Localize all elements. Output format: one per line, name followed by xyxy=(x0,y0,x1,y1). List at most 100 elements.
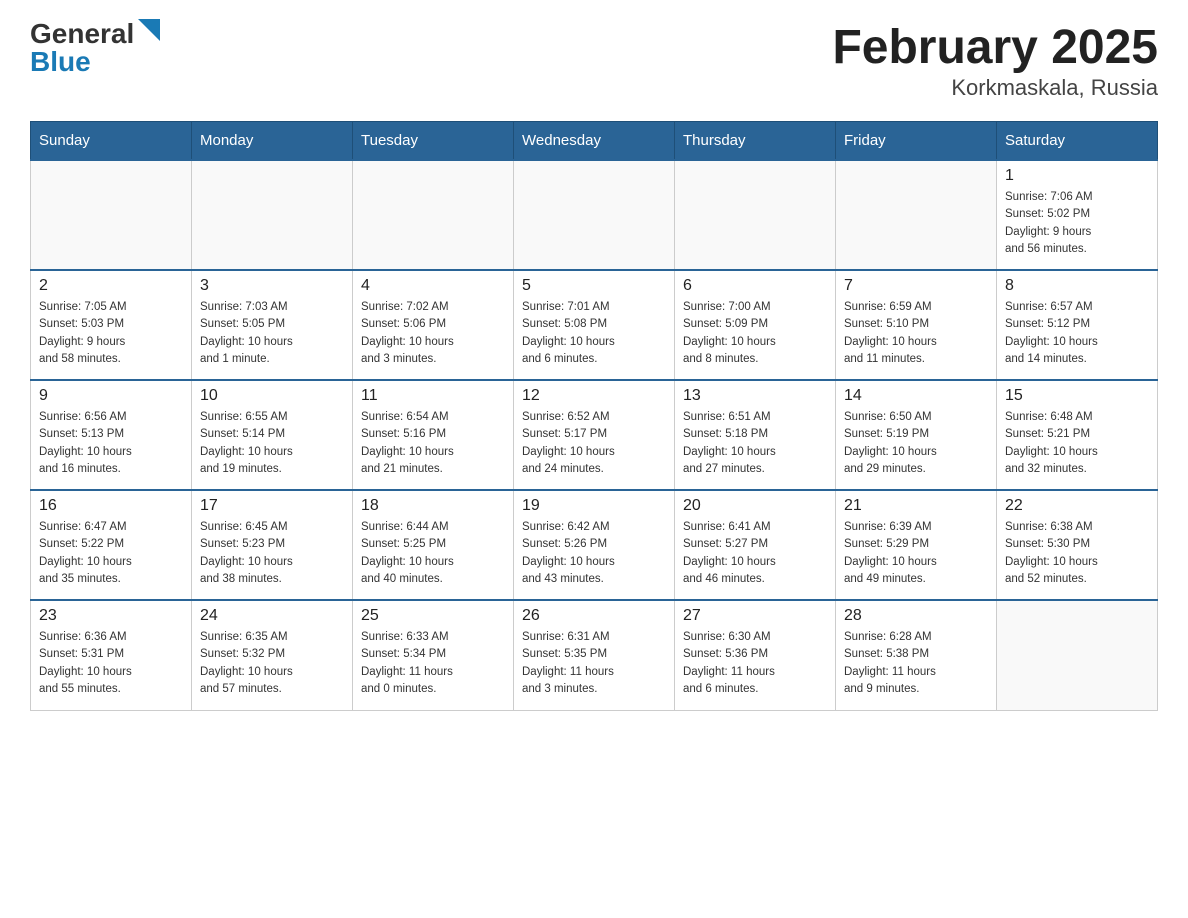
day-info: Sunrise: 6:45 AMSunset: 5:23 PMDaylight:… xyxy=(200,519,344,588)
day-number: 24 xyxy=(200,607,344,625)
calendar-day-cell: 3 Sunrise: 7:03 AMSunset: 5:05 PMDaylight… xyxy=(192,270,353,380)
calendar-day-cell: 20Sunrise: 6:41 AMSunset: 5:27 PMDayligh… xyxy=(675,490,836,600)
day-number: 6 xyxy=(683,277,827,295)
day-number: 15 xyxy=(1005,387,1149,405)
day-info: Sunrise: 6:35 AMSunset: 5:32 PMDaylight:… xyxy=(200,629,344,698)
day-info: Sunrise: 6:48 AMSunset: 5:21 PMDaylight:… xyxy=(1005,409,1149,478)
day-number: 25 xyxy=(361,607,505,625)
calendar-week-row: 1 Sunrise: 7:06 AMSunset: 5:02 PMDaylight… xyxy=(31,160,1158,270)
calendar-week-row: 16 Sunrise: 6:47 AMSunset: 5:22 PMDayligh… xyxy=(31,490,1158,600)
calendar-day-cell: 15 Sunrise: 6:48 AMSunset: 5:21 PMDayligh… xyxy=(997,380,1158,490)
calendar-week-row: 23Sunrise: 6:36 AMSunset: 5:31 PMDayligh… xyxy=(31,600,1158,710)
calendar-day-cell: 28Sunrise: 6:28 AMSunset: 5:38 PMDayligh… xyxy=(836,600,997,710)
day-number: 26 xyxy=(522,607,666,625)
calendar-day-cell: 1 Sunrise: 7:06 AMSunset: 5:02 PMDaylight… xyxy=(997,160,1158,270)
calendar-day-cell: 16 Sunrise: 6:47 AMSunset: 5:22 PMDayligh… xyxy=(31,490,192,600)
day-number: 18 xyxy=(361,497,505,515)
day-of-week-header: Monday xyxy=(192,122,353,161)
day-info: Sunrise: 7:05 AMSunset: 5:03 PMDaylight:… xyxy=(39,299,183,368)
day-info: Sunrise: 6:42 AMSunset: 5:26 PMDaylight:… xyxy=(522,519,666,588)
day-number: 1 xyxy=(1005,167,1149,185)
page-header: General Blue February 2025 Korkmaskala, … xyxy=(30,20,1158,101)
calendar-day-cell: 12 Sunrise: 6:52 AMSunset: 5:17 PMDayligh… xyxy=(514,380,675,490)
calendar-day-cell: 18 Sunrise: 6:44 AMSunset: 5:25 PMDayligh… xyxy=(353,490,514,600)
day-of-week-header: Wednesday xyxy=(514,122,675,161)
day-number: 22 xyxy=(1005,497,1149,515)
calendar-week-row: 2 Sunrise: 7:05 AMSunset: 5:03 PMDaylight… xyxy=(31,270,1158,380)
calendar-day-cell: 5 Sunrise: 7:01 AMSunset: 5:08 PMDaylight… xyxy=(514,270,675,380)
day-info: Sunrise: 6:39 AMSunset: 5:29 PMDaylight:… xyxy=(844,519,988,588)
calendar-day-cell: 8 Sunrise: 6:57 AMSunset: 5:12 PMDaylight… xyxy=(997,270,1158,380)
calendar-day-cell xyxy=(675,160,836,270)
calendar-day-cell: 13Sunrise: 6:51 AMSunset: 5:18 PMDayligh… xyxy=(675,380,836,490)
calendar-day-cell: 19 Sunrise: 6:42 AMSunset: 5:26 PMDayligh… xyxy=(514,490,675,600)
day-info: Sunrise: 6:31 AMSunset: 5:35 PMDaylight:… xyxy=(522,629,666,698)
calendar-day-cell: 23Sunrise: 6:36 AMSunset: 5:31 PMDayligh… xyxy=(31,600,192,710)
calendar-day-cell: 22 Sunrise: 6:38 AMSunset: 5:30 PMDayligh… xyxy=(997,490,1158,600)
calendar-day-cell: 21 Sunrise: 6:39 AMSunset: 5:29 PMDayligh… xyxy=(836,490,997,600)
calendar-day-cell xyxy=(192,160,353,270)
day-number: 27 xyxy=(683,607,827,625)
calendar-day-cell xyxy=(353,160,514,270)
day-number: 17 xyxy=(200,497,344,515)
calendar-table: SundayMondayTuesdayWednesdayThursdayFrid… xyxy=(30,121,1158,711)
day-info: Sunrise: 6:55 AMSunset: 5:14 PMDaylight:… xyxy=(200,409,344,478)
calendar-day-cell: 26 Sunrise: 6:31 AMSunset: 5:35 PMDayligh… xyxy=(514,600,675,710)
calendar-day-cell: 7Sunrise: 6:59 AMSunset: 5:10 PMDaylight… xyxy=(836,270,997,380)
day-info: Sunrise: 6:47 AMSunset: 5:22 PMDaylight:… xyxy=(39,519,183,588)
page-title: February 2025 xyxy=(832,20,1158,75)
day-info: Sunrise: 7:01 AMSunset: 5:08 PMDaylight:… xyxy=(522,299,666,368)
logo-general-text: General xyxy=(30,20,134,48)
day-number: 21 xyxy=(844,497,988,515)
day-info: Sunrise: 7:03 AMSunset: 5:05 PMDaylight:… xyxy=(200,299,344,368)
day-info: Sunrise: 6:41 AMSunset: 5:27 PMDaylight:… xyxy=(683,519,827,588)
day-number: 4 xyxy=(361,277,505,295)
day-number: 8 xyxy=(1005,277,1149,295)
logo-blue-text: Blue xyxy=(30,48,91,76)
day-number: 14 xyxy=(844,387,988,405)
day-info: Sunrise: 6:28 AMSunset: 5:38 PMDaylight:… xyxy=(844,629,988,698)
calendar-day-cell: 4 Sunrise: 7:02 AMSunset: 5:06 PMDaylight… xyxy=(353,270,514,380)
day-number: 7 xyxy=(844,277,988,295)
day-info: Sunrise: 6:57 AMSunset: 5:12 PMDaylight:… xyxy=(1005,299,1149,368)
day-number: 16 xyxy=(39,497,183,515)
calendar-day-cell: 17 Sunrise: 6:45 AMSunset: 5:23 PMDayligh… xyxy=(192,490,353,600)
day-number: 10 xyxy=(200,387,344,405)
calendar-day-cell: 11Sunrise: 6:54 AMSunset: 5:16 PMDayligh… xyxy=(353,380,514,490)
title-section: February 2025 Korkmaskala, Russia xyxy=(832,20,1158,101)
calendar-day-cell xyxy=(514,160,675,270)
day-info: Sunrise: 7:06 AMSunset: 5:02 PMDaylight:… xyxy=(1005,189,1149,258)
day-number: 12 xyxy=(522,387,666,405)
day-info: Sunrise: 6:52 AMSunset: 5:17 PMDaylight:… xyxy=(522,409,666,478)
day-info: Sunrise: 6:38 AMSunset: 5:30 PMDaylight:… xyxy=(1005,519,1149,588)
calendar-day-cell: 9Sunrise: 6:56 AMSunset: 5:13 PMDaylight… xyxy=(31,380,192,490)
calendar-day-cell: 25 Sunrise: 6:33 AMSunset: 5:34 PMDayligh… xyxy=(353,600,514,710)
day-info: Sunrise: 6:30 AMSunset: 5:36 PMDaylight:… xyxy=(683,629,827,698)
calendar-week-row: 9Sunrise: 6:56 AMSunset: 5:13 PMDaylight… xyxy=(31,380,1158,490)
day-of-week-header: Saturday xyxy=(997,122,1158,161)
calendar-day-cell: 24 Sunrise: 6:35 AMSunset: 5:32 PMDayligh… xyxy=(192,600,353,710)
day-info: Sunrise: 7:00 AMSunset: 5:09 PMDaylight:… xyxy=(683,299,827,368)
calendar-day-cell: 2 Sunrise: 7:05 AMSunset: 5:03 PMDaylight… xyxy=(31,270,192,380)
calendar-day-cell: 10 Sunrise: 6:55 AMSunset: 5:14 PMDayligh… xyxy=(192,380,353,490)
day-of-week-header: Sunday xyxy=(31,122,192,161)
day-info: Sunrise: 6:51 AMSunset: 5:18 PMDaylight:… xyxy=(683,409,827,478)
day-of-week-header: Tuesday xyxy=(353,122,514,161)
logo: General Blue xyxy=(30,20,160,76)
day-info: Sunrise: 6:33 AMSunset: 5:34 PMDaylight:… xyxy=(361,629,505,698)
day-info: Sunrise: 6:44 AMSunset: 5:25 PMDaylight:… xyxy=(361,519,505,588)
day-number: 2 xyxy=(39,277,183,295)
day-info: Sunrise: 7:02 AMSunset: 5:06 PMDaylight:… xyxy=(361,299,505,368)
page-subtitle: Korkmaskala, Russia xyxy=(832,75,1158,101)
calendar-day-cell xyxy=(31,160,192,270)
day-of-week-header: Thursday xyxy=(675,122,836,161)
day-number: 19 xyxy=(522,497,666,515)
logo-arrow-icon xyxy=(138,19,160,41)
day-number: 23 xyxy=(39,607,183,625)
day-number: 5 xyxy=(522,277,666,295)
day-number: 3 xyxy=(200,277,344,295)
day-info: Sunrise: 6:50 AMSunset: 5:19 PMDaylight:… xyxy=(844,409,988,478)
day-number: 11 xyxy=(361,387,505,405)
calendar-day-cell: 6 Sunrise: 7:00 AMSunset: 5:09 PMDaylight… xyxy=(675,270,836,380)
calendar-day-cell xyxy=(997,600,1158,710)
